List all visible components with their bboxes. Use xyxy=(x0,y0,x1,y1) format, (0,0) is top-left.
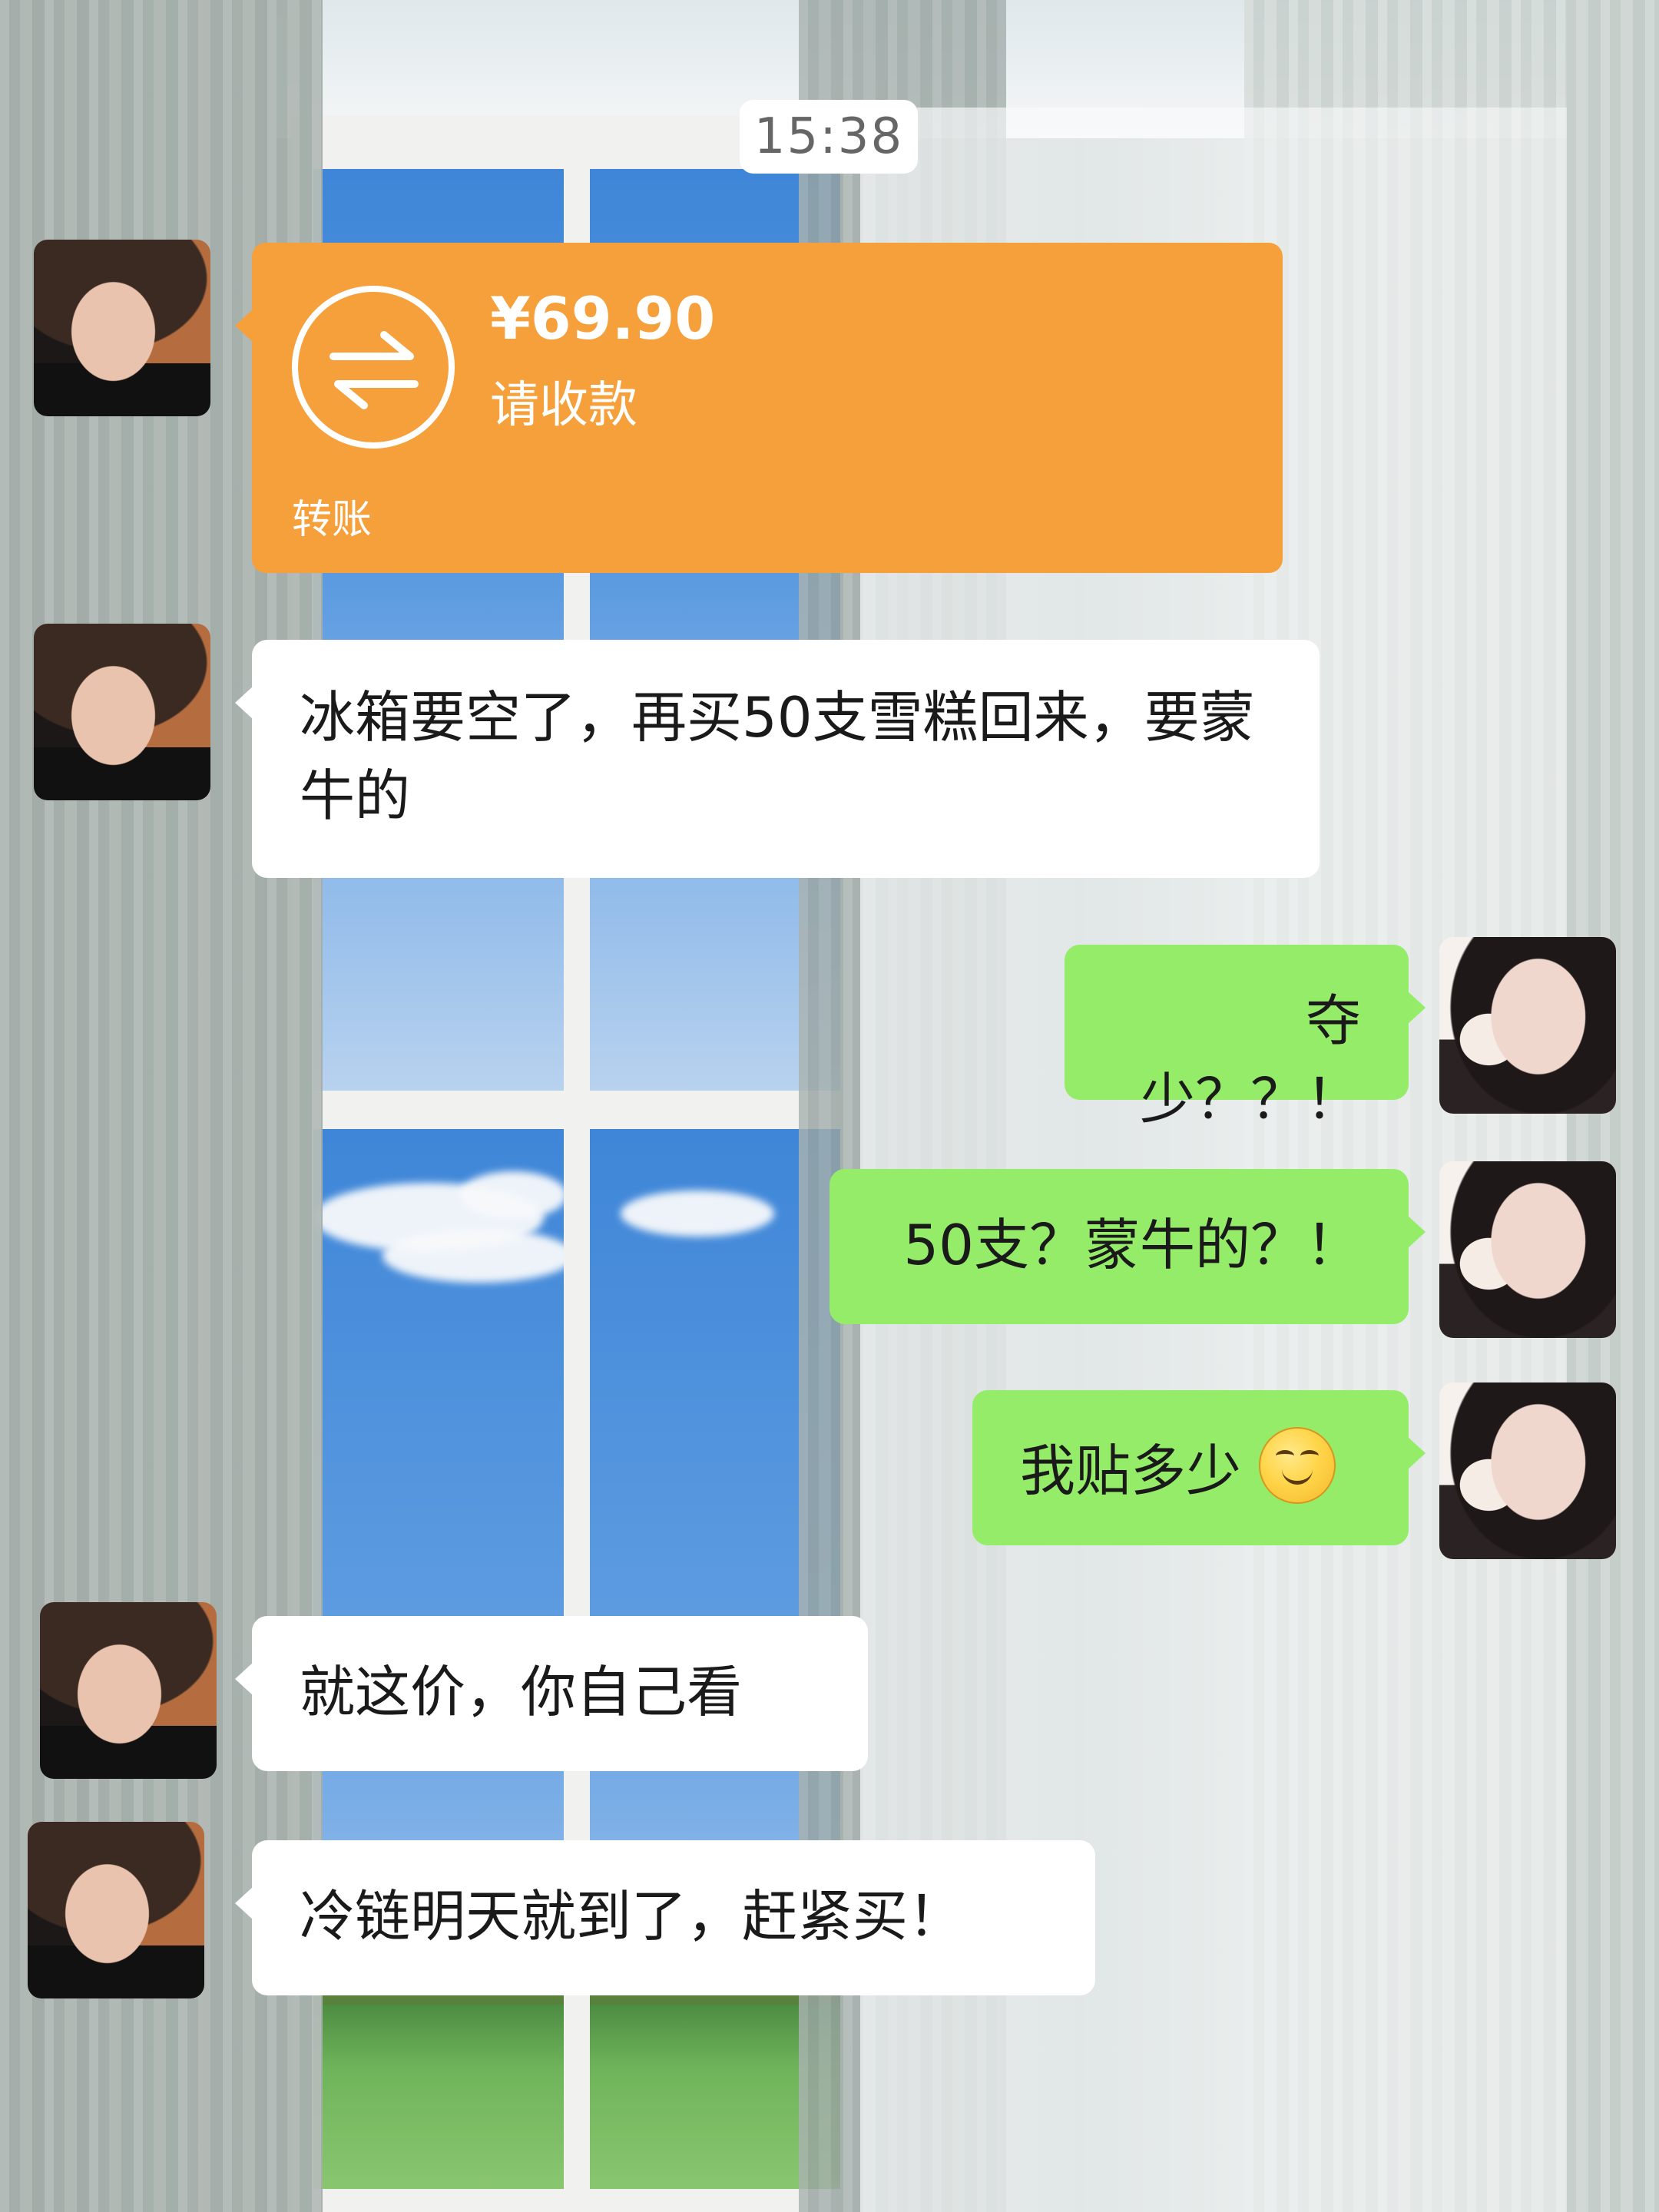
avatar[interactable] xyxy=(1439,1161,1616,1338)
chat-message-bubble[interactable]: 就这价，你自己看 xyxy=(235,1616,868,1771)
chat-message-bubble[interactable]: 冷链明天就到了，赶紧买！ xyxy=(235,1840,1095,1995)
avatar[interactable] xyxy=(34,240,210,416)
cloud-background xyxy=(382,1229,564,1283)
chat-message-bubble[interactable]: 冰箱要空了，再买50支雪糕回来，要蒙牛的 xyxy=(235,640,1320,878)
transfer-label: 转账 xyxy=(292,497,373,543)
grass-background xyxy=(313,2005,564,2189)
avatar[interactable] xyxy=(1439,937,1616,1114)
avatar[interactable] xyxy=(1439,1382,1616,1559)
avatar[interactable] xyxy=(40,1602,217,1779)
transfer-card[interactable]: ¥69.90 请收款 转账 xyxy=(235,243,1283,573)
chat-message-bubble[interactable]: 夺少？？！ xyxy=(1065,945,1426,1131)
avatar[interactable] xyxy=(28,1822,204,1998)
transfer-note: 请收款 xyxy=(490,377,637,434)
message-text: 我贴多少 xyxy=(1020,1439,1242,1503)
chat-message-bubble[interactable]: 我贴多少 xyxy=(972,1390,1426,1545)
transfer-amount: ¥69.90 xyxy=(490,284,716,353)
transfer-icon xyxy=(292,286,455,449)
cloud-background xyxy=(621,1190,774,1237)
timestamp-pill: 15:38 xyxy=(740,100,918,174)
smirk-emoji-icon xyxy=(1258,1427,1336,1504)
cloud-background xyxy=(459,1171,564,1219)
avatar[interactable] xyxy=(34,624,210,800)
chat-message-bubble[interactable]: 50支？蒙牛的？！ xyxy=(830,1169,1426,1324)
transfer-arrows-icon xyxy=(329,331,419,409)
